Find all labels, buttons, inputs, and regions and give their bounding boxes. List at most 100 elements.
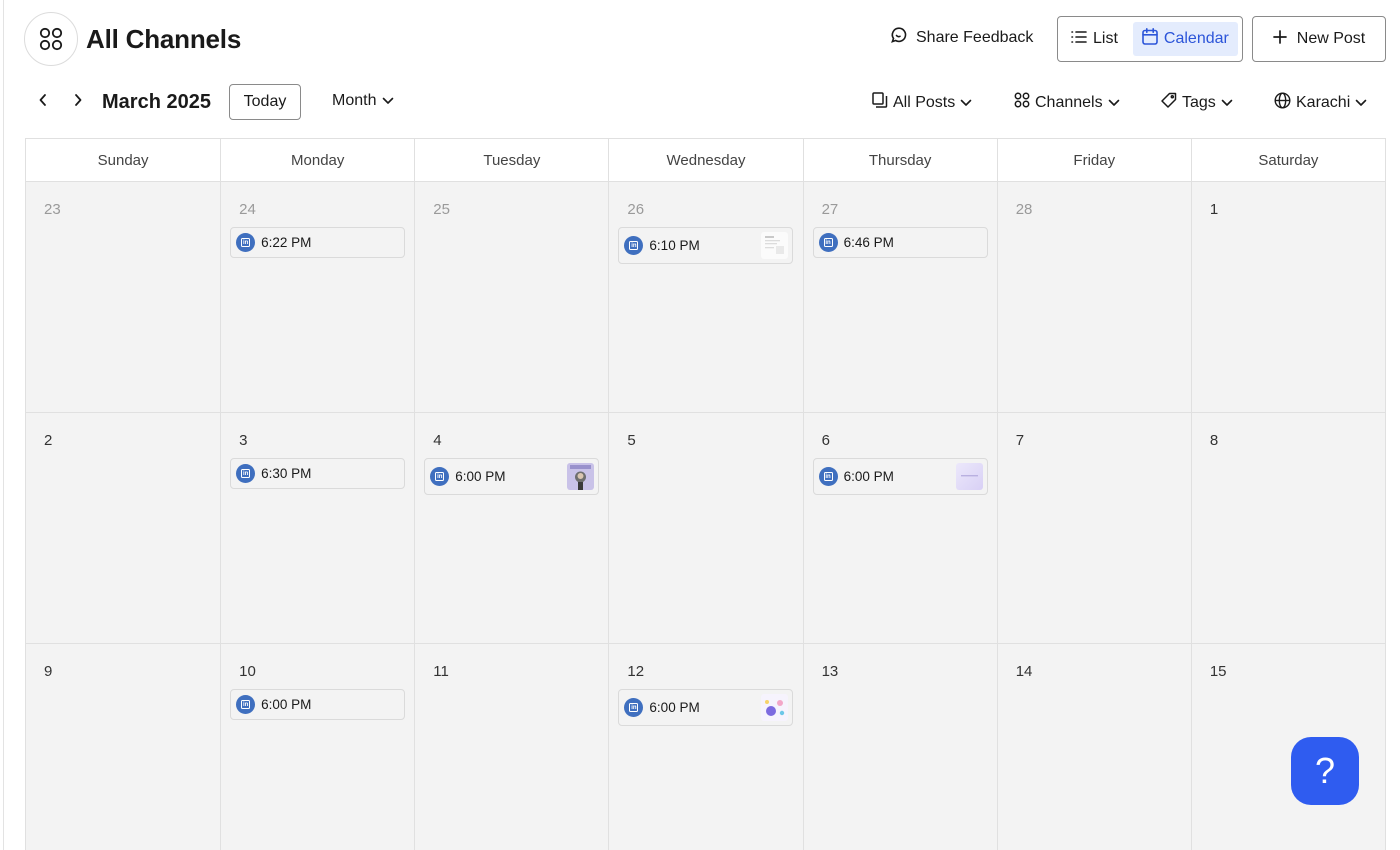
day-number: 2	[44, 432, 53, 449]
post-thumbnail	[567, 463, 595, 490]
calendar-day-cell[interactable]: 4 in 6:00 PM	[414, 413, 609, 643]
day-number: 8	[1209, 432, 1219, 449]
scheduled-post-card[interactable]: in 6:30 PM	[230, 458, 406, 489]
day-number: 12	[627, 663, 645, 680]
channels-filter[interactable]: Channels	[1014, 92, 1120, 113]
linkedin-icon: in	[430, 467, 450, 486]
post-time: 6:00 PM	[843, 469, 894, 484]
calendar-day-cell[interactable]: 6 in 6:00 PM	[802, 413, 997, 643]
view-toggle: List Calendar	[1057, 16, 1243, 62]
calendar-day-cell[interactable]: 7	[996, 413, 1191, 643]
scheduled-post-card[interactable]: in 6:00 PM	[812, 458, 988, 495]
share-feedback-button[interactable]: Share Feedback	[890, 26, 1033, 49]
calendar-toolbar: March 2025 Today Month All Posts Channel…	[24, 84, 1382, 120]
day-number: 9	[44, 663, 53, 680]
scheduled-post-card[interactable]: in 6:00 PM	[230, 689, 406, 720]
scheduled-post-card[interactable]: in 6:00 PM	[618, 689, 794, 726]
calendar-icon	[1142, 28, 1158, 50]
day-number: 23	[44, 201, 61, 218]
calendar-day-cell[interactable]: 2	[26, 413, 221, 643]
calendar-week-row: 23 24 in 6:22 PM 25 26 in 6:10 PM 27 in 6:46 PM 28 1	[26, 182, 1385, 413]
post-time: 6:00 PM	[649, 700, 700, 715]
list-view-button[interactable]: List	[1062, 22, 1127, 56]
day-number: 7	[1015, 432, 1025, 449]
calendar-day-cell[interactable]: 25	[414, 182, 609, 412]
day-number: 15	[1209, 663, 1227, 680]
linkedin-icon: in	[236, 695, 256, 714]
channels-grid-icon	[24, 12, 78, 66]
calendar-day-cell[interactable]: 24 in 6:22 PM	[220, 182, 415, 412]
day-number: 3	[239, 432, 248, 449]
channels-label: Channels	[1035, 93, 1103, 111]
today-button[interactable]: Today	[229, 84, 301, 120]
globe-icon	[1274, 92, 1291, 114]
chevron-down-icon	[1108, 94, 1120, 112]
calendar-week-row: 2 3 in 6:30 PM 4 in 6:00 PM 5 6 in 6:00 PM 7 8	[26, 413, 1385, 644]
post-time: 6:00 PM	[455, 469, 506, 484]
calendar-day-cell[interactable]: 14	[996, 644, 1191, 850]
list-icon	[1071, 30, 1087, 49]
view-mode-label: Month	[332, 92, 377, 109]
calendar-day-cell[interactable]: 28	[996, 182, 1191, 412]
new-post-label: New Post	[1296, 30, 1366, 47]
calendar-day-cell[interactable]: 1	[1190, 182, 1385, 412]
timezone-filter[interactable]: Karachi	[1274, 92, 1367, 114]
calendar-day-cell[interactable]: 8	[1190, 413, 1385, 643]
linkedin-icon: in	[624, 236, 644, 255]
day-number: 24	[239, 201, 256, 218]
new-post-button[interactable]: New Post	[1252, 16, 1386, 62]
app-frame: All Channels Share Feedback List Calenda…	[3, 0, 1400, 850]
chevron-down-icon	[1355, 94, 1367, 112]
post-time: 6:22 PM	[261, 235, 312, 250]
calendar-day-cell[interactable]: 10 in 6:00 PM	[220, 644, 415, 850]
help-button[interactable]: ?	[1291, 737, 1359, 805]
post-time: 6:00 PM	[261, 697, 312, 712]
weekday-header-row: Sunday Monday Tuesday Wednesday Thursday Frid…	[26, 139, 1385, 182]
calendar-day-cell[interactable]: 11	[414, 644, 609, 850]
timezone-label: Karachi	[1296, 94, 1351, 111]
calendar-day-cell[interactable]: 5	[608, 413, 803, 643]
calendar-day-cell[interactable]: 12 in 6:00 PM	[608, 644, 803, 850]
linkedin-icon: in	[624, 698, 644, 717]
previous-month-button[interactable]	[31, 90, 55, 114]
day-number: 1	[1209, 201, 1219, 218]
chevron-down-icon	[382, 92, 394, 110]
scheduled-post-card[interactable]: in 6:22 PM	[230, 227, 406, 258]
weekday-header: Thursday	[802, 139, 997, 181]
linkedin-icon: in	[818, 467, 838, 486]
channels-grid-icon	[1014, 92, 1030, 113]
post-thumbnail	[761, 232, 789, 259]
calendar-day-cell[interactable]: 27 in 6:46 PM	[802, 182, 997, 412]
list-view-label: List	[1093, 30, 1118, 47]
day-number: 13	[821, 663, 839, 680]
scheduled-post-card[interactable]: in 6:46 PM	[812, 227, 988, 258]
post-thumbnail	[761, 694, 789, 721]
post-time: 6:30 PM	[261, 466, 312, 481]
all-posts-filter[interactable]: All Posts	[872, 92, 972, 113]
next-month-button[interactable]	[66, 90, 90, 114]
current-month-label: March 2025	[102, 91, 211, 113]
tag-icon	[1160, 92, 1177, 114]
chevron-down-icon	[960, 94, 972, 112]
calendar-view-button[interactable]: Calendar	[1132, 22, 1238, 56]
calendar-day-cell[interactable]: 3 in 6:30 PM	[220, 413, 415, 643]
month-calendar-grid: Sunday Monday Tuesday Wednesday Thursday Frid…	[25, 138, 1386, 850]
weekday-header: Monday	[220, 139, 414, 181]
linkedin-icon: in	[818, 233, 838, 252]
calendar-day-cell[interactable]: 23	[26, 182, 221, 412]
scheduled-post-card[interactable]: in 6:00 PM	[424, 458, 600, 495]
view-mode-dropdown[interactable]: Month	[332, 92, 394, 110]
calendar-day-cell[interactable]: 13	[802, 644, 997, 850]
calendar-day-cell[interactable]: 26 in 6:10 PM	[608, 182, 803, 412]
post-time: 6:46 PM	[843, 235, 894, 250]
tags-filter[interactable]: Tags	[1160, 92, 1233, 114]
day-number: 4	[433, 432, 442, 449]
calendar-week-row: 9 10 in 6:00 PM 11 12 in 6:00 PM 13 14 15	[26, 644, 1385, 850]
chevron-left-icon	[38, 93, 48, 112]
chevron-right-icon	[73, 93, 83, 112]
day-number: 11	[433, 663, 449, 680]
feedback-chat-icon	[890, 26, 908, 49]
scheduled-post-card[interactable]: in 6:10 PM	[618, 227, 794, 264]
calendar-day-cell[interactable]: 9	[26, 644, 221, 850]
day-number: 28	[1015, 201, 1033, 218]
